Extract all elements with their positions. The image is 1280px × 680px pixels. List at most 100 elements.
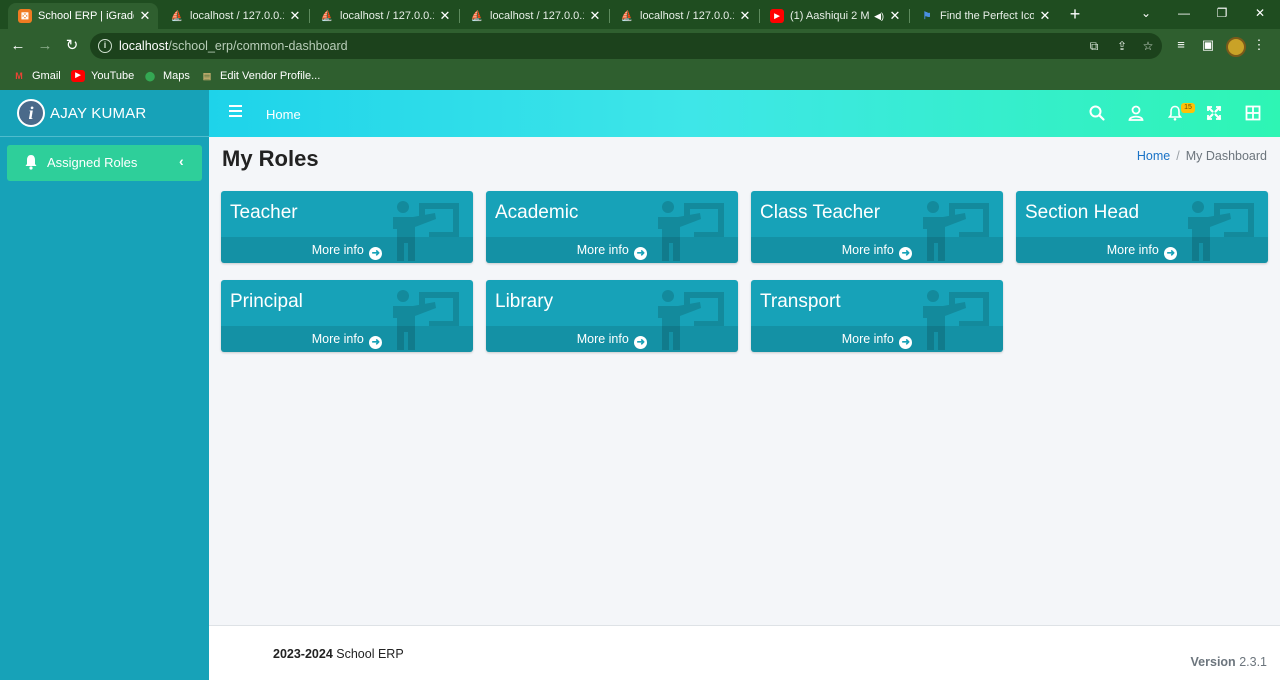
close-icon[interactable]: ✕ [738,8,752,24]
more-info-link[interactable]: More info ➜ [221,243,473,260]
forward-icon[interactable]: → [35,36,55,56]
role-card-section-head[interactable]: Section Head More info ➜ [1016,191,1268,263]
phpmyadmin-icon: ⛵ [170,10,184,22]
role-card-teacher[interactable]: Teacher More info ➜ [221,191,473,263]
breadcrumb-home-link[interactable]: Home [1137,149,1170,163]
role-card-class-teacher[interactable]: Class Teacher More info ➜ [751,191,1003,263]
close-window-icon[interactable]: ✕ [1250,4,1270,22]
close-icon[interactable]: ✕ [438,8,452,24]
more-info-link[interactable]: More info ➜ [751,332,1003,349]
url-host: localhost [119,39,169,53]
bookmark-gmail[interactable]: M Gmail [12,68,61,84]
phpmyadmin-icon: ⛵ [620,10,634,22]
close-icon[interactable]: ✕ [1038,8,1052,24]
back-icon[interactable]: ← [8,36,28,56]
browser-menu-icon[interactable]: ⋮ [1250,36,1268,54]
reload-icon[interactable]: ↻ [62,36,82,56]
browser-tab[interactable]: ⛵ localhost / 127.0.0.1 / ✕ [460,3,608,29]
browser-tab[interactable]: ⛵ localhost / 127.0.0.1 / ✕ [310,3,458,29]
close-icon[interactable]: ✕ [138,8,152,24]
tab-title: Find the Perfect Icon [940,10,1034,22]
card-footer[interactable]: More info ➜ [486,237,738,263]
tab-title: (1) Aashiqui 2 M [790,10,870,22]
brand[interactable]: i AJAY KUMAR [0,90,209,137]
role-name: Class Teacher [760,202,881,223]
browser-tab-active[interactable]: ⊠ School ERP | iGradeP ✕ [8,3,158,29]
flag-icon: ⚑ [922,10,932,22]
card-footer[interactable]: More info ➜ [486,326,738,352]
more-info-link[interactable]: More info ➜ [751,243,1003,260]
browser-tab[interactable]: ⛵ localhost / 127.0.0.1 / ✕ [160,3,308,29]
card-footer[interactable]: More info ➜ [751,326,1003,352]
tab-title: localhost / 127.0.0.1 / [190,10,284,22]
tab-search-chevron-icon[interactable]: ⌄ [1136,4,1156,22]
tab-title: localhost / 127.0.0.1 / [640,10,734,22]
url-text[interactable]: localhost/school_erp/common-dashboard [119,39,348,53]
browser-tab[interactable]: ⛵ localhost / 127.0.0.1 / ✕ [610,3,758,29]
browser-tab[interactable]: ⚑ Find the Perfect Icon ✕ [910,3,1058,29]
expand-icon[interactable] [1205,104,1223,122]
minimize-icon[interactable]: — [1174,4,1194,22]
role-card-academic[interactable]: Academic More info ➜ [486,191,738,263]
tab-title: localhost / 127.0.0.1 / [490,10,584,22]
user-icon[interactable] [1127,104,1145,122]
bookmark-edit-vendor[interactable]: ▤ Edit Vendor Profile... [200,68,321,84]
speaker-icon[interactable]: ◀) [874,11,884,22]
more-info-link[interactable]: More info ➜ [221,332,473,349]
new-tab-icon[interactable]: + [1065,4,1085,24]
chevron-left-icon[interactable]: ‹ [179,153,184,169]
bookmark-label: YouTube [91,70,135,82]
copyright-app-name: School ERP [336,647,404,661]
version-number: 2.3.1 [1239,655,1267,669]
translate-icon[interactable]: ⧉ [1086,38,1102,54]
role-name: Library [495,291,554,312]
sidebar-item-label: Assigned Roles [47,155,138,170]
url-path: /school_erp/common-dashboard [168,39,348,53]
xampp-icon: ⊠ [18,9,32,23]
more-info-label: More info [311,332,364,346]
bookmark-page-icon: ▤ [202,71,212,81]
bookmark-star-icon[interactable]: ☆ [1140,38,1156,54]
role-card-transport[interactable]: Transport More info ➜ [751,280,1003,352]
nav-home-link[interactable]: Home [266,107,301,122]
grid-icon[interactable] [1244,104,1262,122]
site-info-icon[interactable]: i [98,39,112,53]
more-info-label: More info [311,243,364,257]
gmail-icon: M [15,71,23,81]
profile-avatar[interactable] [1226,37,1246,57]
media-playlist-icon[interactable]: ≡ [1172,36,1190,54]
main-content: My Roles Home / My Dashboard Teacher More … [209,137,1280,625]
maximize-icon[interactable]: ❐ [1212,4,1232,22]
more-info-link[interactable]: More info ➜ [486,243,738,260]
browser-tab[interactable]: ▶ (1) Aashiqui 2 M ◀) ✕ [760,3,908,29]
arrow-circle-right-icon: ➜ [1164,247,1178,260]
more-info-link[interactable]: More info ➜ [1016,243,1268,260]
card-footer[interactable]: More info ➜ [751,237,1003,263]
sidebar-item-assigned-roles[interactable]: Assigned Roles ‹ [7,145,202,181]
bookmark-label: Gmail [32,70,61,82]
more-info-label: More info [576,243,629,257]
bell-icon [25,155,37,170]
youtube-icon: ▶ [770,9,784,23]
bookmark-maps[interactable]: ⬤ Maps [143,68,190,84]
role-name: Teacher [230,202,298,223]
bookmark-youtube[interactable]: ▶ YouTube [71,68,134,84]
tab-title: School ERP | iGradeP [38,10,134,22]
card-footer[interactable]: More info ➜ [1016,237,1268,263]
role-name: Academic [495,202,579,223]
browser-toolbar: ← → ↻ i localhost/school_erp/common-dash… [0,29,1280,62]
close-icon[interactable]: ✕ [588,8,602,24]
more-info-link[interactable]: More info ➜ [486,332,738,349]
side-panel-icon[interactable]: ▣ [1199,36,1217,54]
close-icon[interactable]: ✕ [888,8,902,24]
bookmark-label: Edit Vendor Profile... [220,70,321,82]
card-footer[interactable]: More info ➜ [221,237,473,263]
share-icon[interactable]: ⇪ [1114,38,1130,54]
card-footer[interactable]: More info ➜ [221,326,473,352]
role-card-principal[interactable]: Principal More info ➜ [221,280,473,352]
role-card-library[interactable]: Library More info ➜ [486,280,738,352]
search-icon[interactable] [1088,104,1106,122]
hamburger-menu-icon[interactable] [229,105,242,117]
address-bar[interactable]: i localhost/school_erp/common-dashboard … [90,33,1162,59]
close-icon[interactable]: ✕ [288,8,302,24]
